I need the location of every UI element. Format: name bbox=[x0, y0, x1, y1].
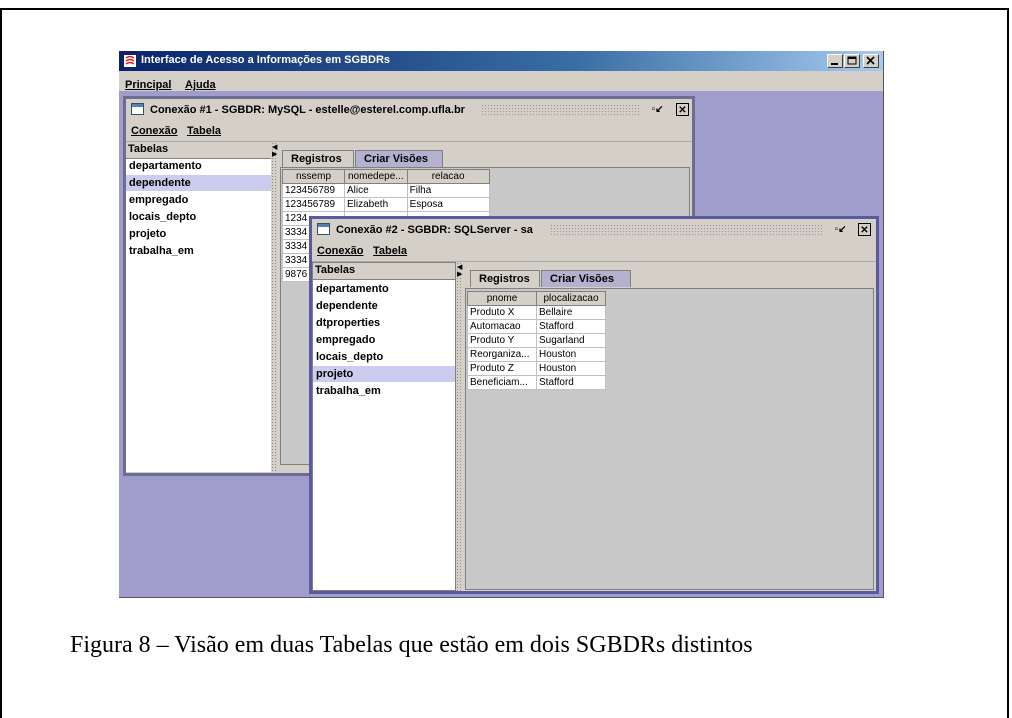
column-header[interactable]: nssemp bbox=[282, 169, 345, 184]
app-title: Interface de Acesso a Informações em SGB… bbox=[141, 54, 391, 66]
table-item-dependente[interactable]: dependente bbox=[313, 298, 455, 314]
split-divider[interactable]: ◀ ▶ bbox=[271, 142, 278, 472]
records-grid: pnome plocalizacao Produto X Bellaire Aut… bbox=[467, 291, 606, 390]
close-icon[interactable]: ✕ bbox=[676, 103, 689, 116]
table-item-projeto[interactable]: projeto bbox=[126, 226, 271, 242]
menu-ajuda-label: Ajuda bbox=[185, 79, 216, 91]
cell: 123456789 bbox=[282, 183, 345, 198]
column-header[interactable]: plocalizacao bbox=[536, 291, 606, 306]
window-icon bbox=[131, 103, 144, 115]
cell: Elizabeth bbox=[344, 197, 408, 212]
cell: Stafford bbox=[536, 319, 606, 334]
tables-header: Tabelas bbox=[126, 142, 271, 159]
tab-registros[interactable]: Registros bbox=[282, 150, 354, 167]
connection-2-menubar: Conexão Tabela bbox=[312, 241, 876, 262]
cell: Automacao bbox=[467, 319, 537, 334]
cell: Produto Z bbox=[467, 361, 537, 376]
menu-conexao[interactable]: Conexão bbox=[317, 245, 363, 257]
maximize-icon bbox=[847, 56, 857, 65]
grid-header-row: pnome plocalizacao bbox=[467, 291, 606, 306]
menu-conexao[interactable]: Conexão bbox=[131, 125, 177, 137]
titlebar-grip bbox=[550, 224, 822, 236]
table-item-dtproperties[interactable]: dtproperties bbox=[313, 315, 455, 331]
table-row[interactable]: 123456789 Alice Filha bbox=[282, 183, 490, 198]
menu-tabela[interactable]: Tabela bbox=[187, 125, 221, 137]
window-controls bbox=[826, 54, 879, 68]
cell: Stafford bbox=[536, 375, 606, 390]
table-row[interactable]: Reorganiza... Houston bbox=[467, 347, 606, 362]
table-row[interactable]: Beneficiam... Stafford bbox=[467, 375, 606, 390]
minimize-button[interactable] bbox=[827, 54, 843, 68]
app-screenshot: Interface de Acesso a Informações em SGB… bbox=[119, 51, 884, 598]
cell: Bellaire bbox=[536, 305, 606, 320]
connection-2-window: Conexão #2 - SGBDR: SQLServer - sa ▫↙ ✕ … bbox=[309, 216, 879, 594]
split-divider[interactable]: ◀ ▶ bbox=[456, 262, 463, 591]
table-item-departamento[interactable]: departamento bbox=[126, 158, 271, 174]
restore-icon[interactable]: ▫↙ bbox=[651, 103, 664, 116]
tables-list: Tabelas departamento dependente dtproper… bbox=[312, 262, 456, 591]
table-row[interactable]: Produto Z Houston bbox=[467, 361, 606, 376]
divider-arrows-icon: ◀ ▶ bbox=[457, 263, 463, 278]
tab-criar-visoes[interactable]: Criar Visões bbox=[355, 150, 443, 167]
restore-icon[interactable]: ▫↙ bbox=[834, 223, 847, 236]
table-item-locais-depto[interactable]: locais_depto bbox=[313, 349, 455, 365]
menu-principal-label: Principal bbox=[125, 79, 172, 91]
close-icon bbox=[866, 56, 875, 65]
minimize-icon bbox=[831, 63, 838, 65]
connection-2-title: Conexão #2 - SGBDR: SQLServer - sa bbox=[336, 224, 533, 236]
grid-header-row: nssemp nomedepe... relacao bbox=[282, 169, 490, 184]
tables-list: Tabelas departamento dependente empregad… bbox=[126, 142, 271, 472]
tab-criar-visoes[interactable]: Criar Visões bbox=[541, 270, 631, 287]
connection-1-title: Conexão #1 - SGBDR: MySQL - estelle@este… bbox=[150, 104, 465, 116]
cell: Sugarland bbox=[536, 333, 606, 348]
tab-registros[interactable]: Registros bbox=[470, 270, 540, 287]
cell: Reorganiza... bbox=[467, 347, 537, 362]
app-menubar: Principal Ajuda bbox=[119, 71, 883, 91]
cell: Houston bbox=[536, 361, 606, 376]
table-row[interactable]: 123456789 Elizabeth Esposa bbox=[282, 197, 490, 212]
cell: Beneficiam... bbox=[467, 375, 537, 390]
column-header[interactable]: pnome bbox=[467, 291, 537, 306]
app-titlebar[interactable]: Interface de Acesso a Informações em SGB… bbox=[119, 51, 883, 71]
figure-caption: Figura 8 – Visão em duas Tabelas que est… bbox=[70, 632, 753, 658]
table-item-locais-depto[interactable]: locais_depto bbox=[126, 209, 271, 225]
cell: Produto X bbox=[467, 305, 537, 320]
menu-tabela[interactable]: Tabela bbox=[373, 245, 407, 257]
tables-header: Tabelas bbox=[313, 263, 455, 280]
maximize-button[interactable] bbox=[844, 54, 860, 68]
column-header[interactable]: relacao bbox=[406, 169, 490, 184]
table-item-trabalha-em[interactable]: trabalha_em bbox=[126, 243, 271, 259]
cell: Filha bbox=[406, 183, 490, 198]
table-item-empregado[interactable]: empregado bbox=[126, 192, 271, 208]
connection-1-menubar: Conexão Tabela bbox=[126, 121, 692, 142]
table-item-trabalha-em[interactable]: trabalha_em bbox=[313, 383, 455, 399]
cell: Houston bbox=[536, 347, 606, 362]
cell: Esposa bbox=[406, 197, 490, 212]
close-icon[interactable]: ✕ bbox=[858, 223, 871, 236]
titlebar-grip bbox=[481, 104, 641, 116]
table-row[interactable]: Automacao Stafford bbox=[467, 319, 606, 334]
table-item-empregado[interactable]: empregado bbox=[313, 332, 455, 348]
connection-2-titlebar[interactable]: Conexão #2 - SGBDR: SQLServer - sa ▫↙ ✕ bbox=[312, 219, 876, 241]
table-row[interactable]: Produto Y Sugarland bbox=[467, 333, 606, 348]
cell: Produto Y bbox=[467, 333, 537, 348]
column-header[interactable]: nomedepe... bbox=[344, 169, 408, 184]
cell: 123456789 bbox=[282, 197, 345, 212]
table-item-projeto[interactable]: projeto bbox=[313, 366, 455, 382]
connection-2-tabs: Registros Criar Visões bbox=[470, 270, 870, 288]
table-row[interactable]: Produto X Bellaire bbox=[467, 305, 606, 320]
connection-1-tabs: Registros Criar Visões bbox=[282, 150, 702, 168]
close-button[interactable] bbox=[863, 54, 879, 68]
connection-2-tab-content: pnome plocalizacao Produto X Bellaire Aut… bbox=[465, 288, 874, 590]
connection-1-titlebar[interactable]: Conexão #1 - SGBDR: MySQL - estelle@este… bbox=[126, 99, 692, 121]
table-item-departamento[interactable]: departamento bbox=[313, 281, 455, 297]
java-app-icon bbox=[124, 55, 136, 67]
divider-arrows-icon: ◀ ▶ bbox=[272, 143, 278, 158]
cell: Alice bbox=[344, 183, 408, 198]
window-icon bbox=[317, 223, 330, 235]
table-item-dependente[interactable]: dependente bbox=[126, 175, 271, 191]
